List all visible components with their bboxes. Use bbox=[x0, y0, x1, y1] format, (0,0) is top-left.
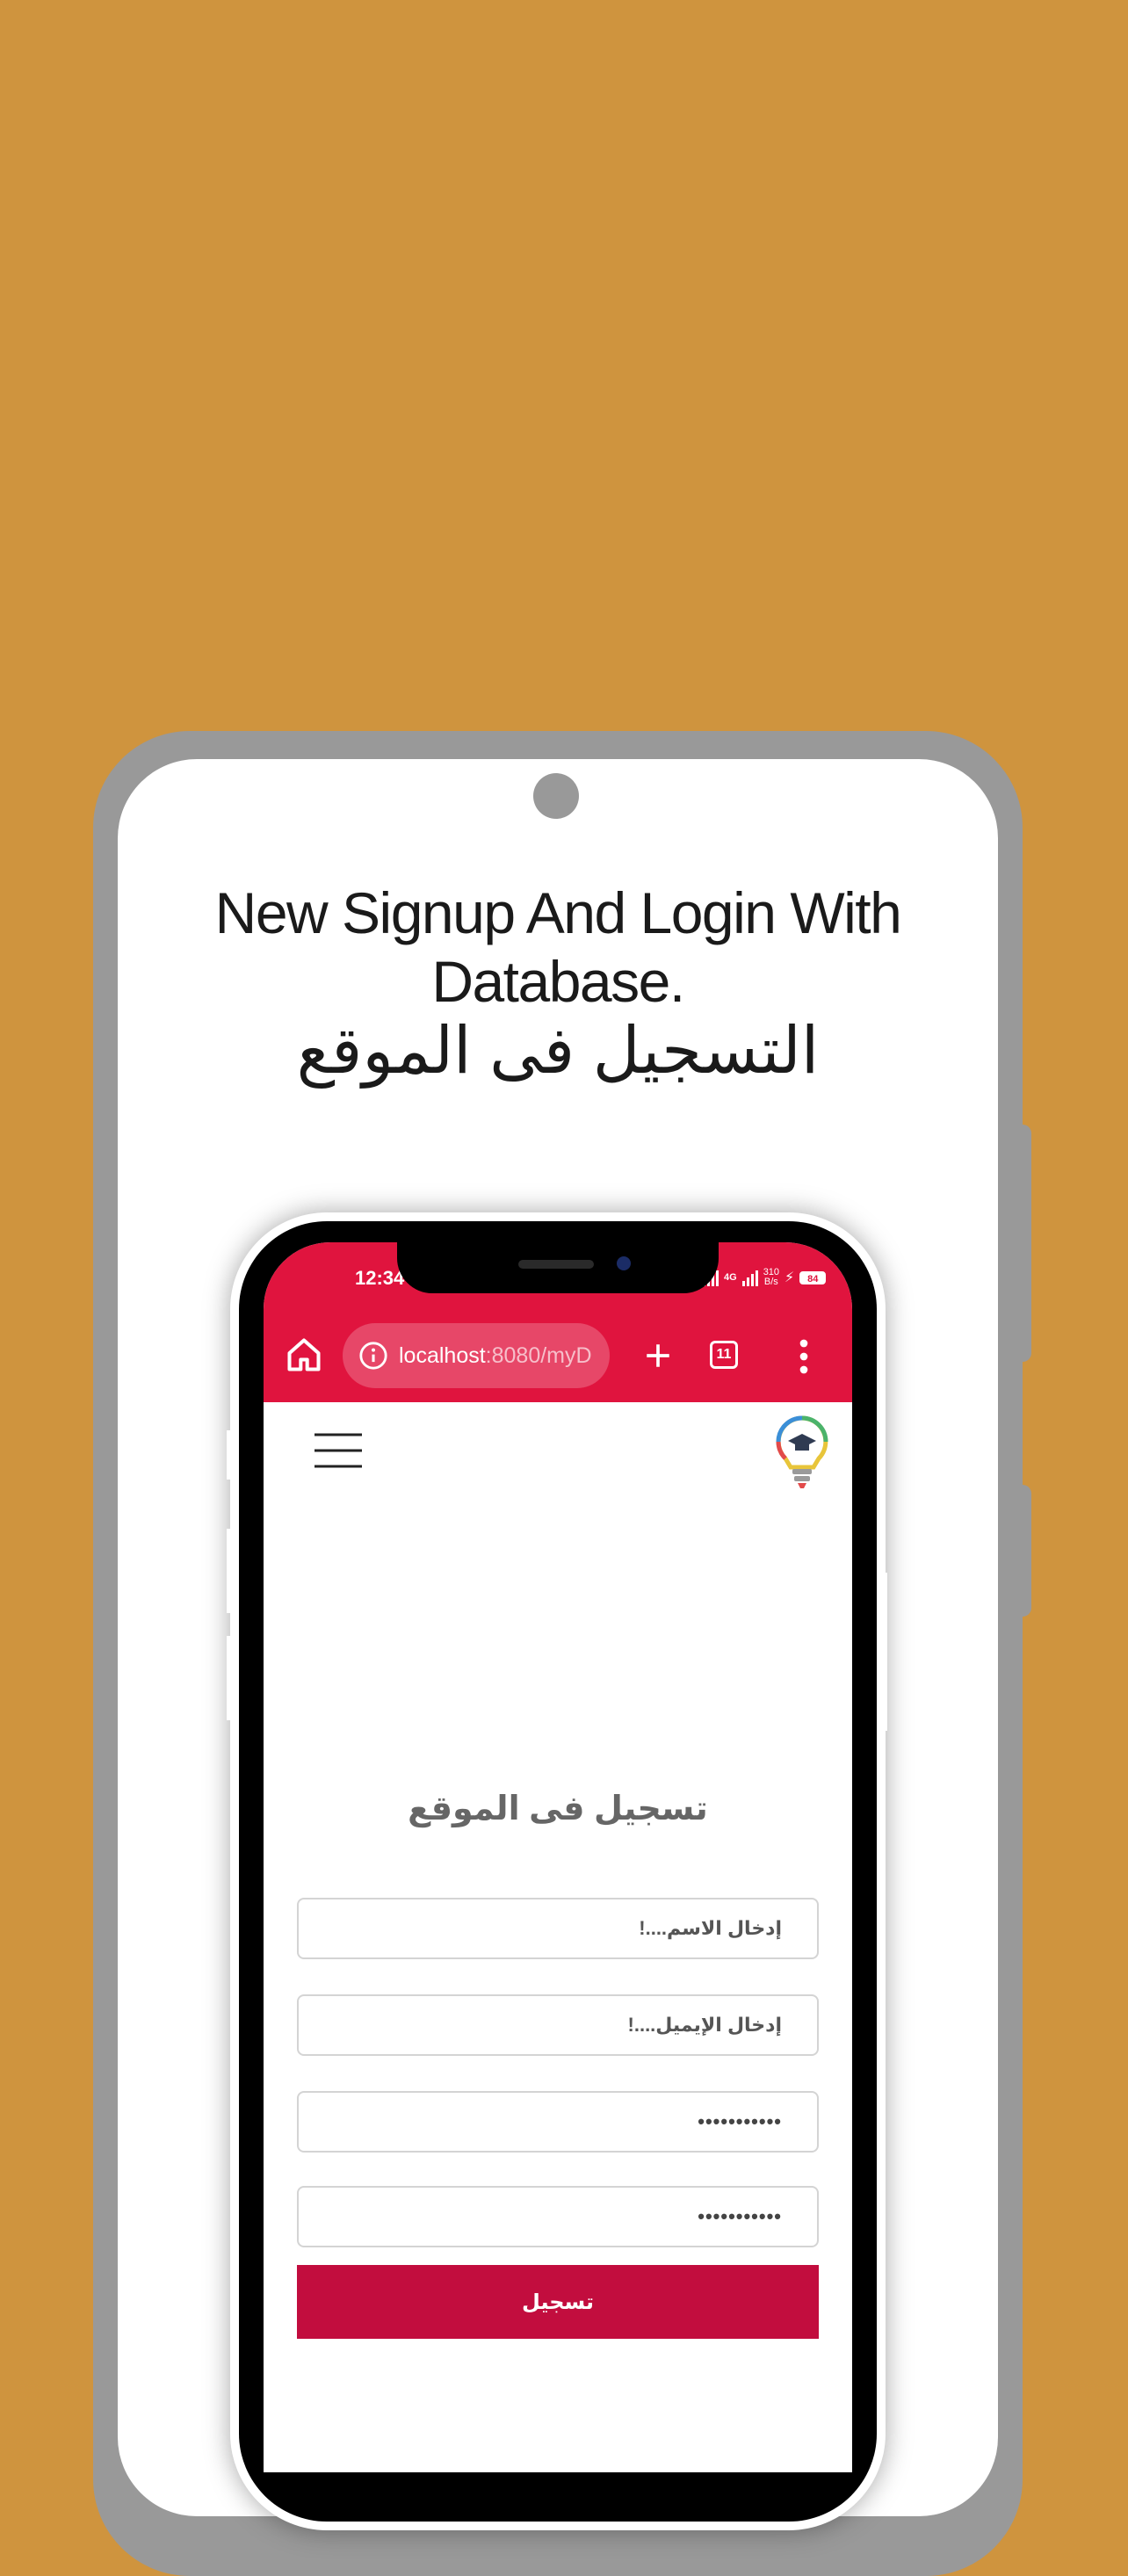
outer-phone-side-button bbox=[1019, 1485, 1031, 1617]
front-camera-icon bbox=[617, 1256, 631, 1270]
status-icons: 4G 310 B/s ⚡ 84 bbox=[703, 1260, 835, 1295]
network-speed-unit: B/s bbox=[763, 1277, 778, 1287]
name-input[interactable]: إدخال الاسم....! bbox=[297, 1898, 819, 1959]
tab-switcher-button[interactable]: 11 bbox=[710, 1341, 738, 1369]
inner-phone-side-button bbox=[227, 1430, 237, 1480]
browser-toolbar: 12:34 4G 310 B/s ⚡ 84 localhost:8080/my… bbox=[264, 1242, 852, 1402]
more-options-icon[interactable] bbox=[799, 1339, 808, 1374]
register-button[interactable]: تسجيل bbox=[297, 2265, 819, 2339]
inner-phone-side-button bbox=[227, 1529, 237, 1613]
name-input-placeholder: إدخال الاسم....! bbox=[639, 1917, 782, 1939]
network-type: 4G bbox=[724, 1271, 737, 1283]
confirm-password-input-value: ••••••••••• bbox=[698, 2205, 782, 2227]
inner-phone-side-button bbox=[877, 1573, 887, 1731]
lightbulb-graduation-logo-icon bbox=[776, 1415, 828, 1488]
confirm-password-input[interactable]: ••••••••••• bbox=[297, 2186, 819, 2247]
battery-icon: 84 bbox=[799, 1270, 827, 1284]
home-icon[interactable] bbox=[285, 1335, 323, 1374]
hamburger-menu-icon[interactable] bbox=[313, 1430, 364, 1471]
password-input-value: ••••••••••• bbox=[698, 2110, 782, 2132]
inner-phone-side-button bbox=[227, 1636, 237, 1720]
signal-icon bbox=[741, 1269, 758, 1286]
headline-arabic: التسجيل فى الموقع bbox=[296, 1014, 820, 1087]
url-path: :8080/myD bbox=[485, 1342, 592, 1368]
info-icon[interactable] bbox=[358, 1341, 388, 1371]
form-title: تسجيل فى الموقع bbox=[408, 1791, 708, 1827]
status-time: 12:34 bbox=[355, 1267, 405, 1289]
outer-phone-side-button bbox=[1019, 1125, 1031, 1362]
address-bar[interactable]: localhost:8080/myD bbox=[343, 1323, 610, 1388]
email-input-placeholder: إدخال الإيميل....! bbox=[627, 2014, 782, 2036]
headline-line-1: New Signup And Login With bbox=[214, 880, 902, 945]
password-input[interactable]: ••••••••••• bbox=[297, 2091, 819, 2153]
new-tab-icon[interactable] bbox=[643, 1341, 673, 1371]
url-host: localhost bbox=[399, 1342, 486, 1368]
phone-speaker bbox=[518, 1260, 594, 1269]
email-input[interactable]: إدخال الإيميل....! bbox=[297, 1994, 819, 2056]
charging-icon: ⚡ bbox=[785, 1270, 795, 1285]
inner-phone-screen: 12:34 4G 310 B/s ⚡ 84 localhost:8080/my… bbox=[264, 1242, 852, 2472]
network-speed: 310 B/s bbox=[763, 1268, 779, 1287]
camera-icon bbox=[533, 773, 579, 819]
headline-line-2: Database. bbox=[431, 949, 685, 1014]
headline: New Signup And Login With Database. bbox=[118, 879, 998, 1016]
